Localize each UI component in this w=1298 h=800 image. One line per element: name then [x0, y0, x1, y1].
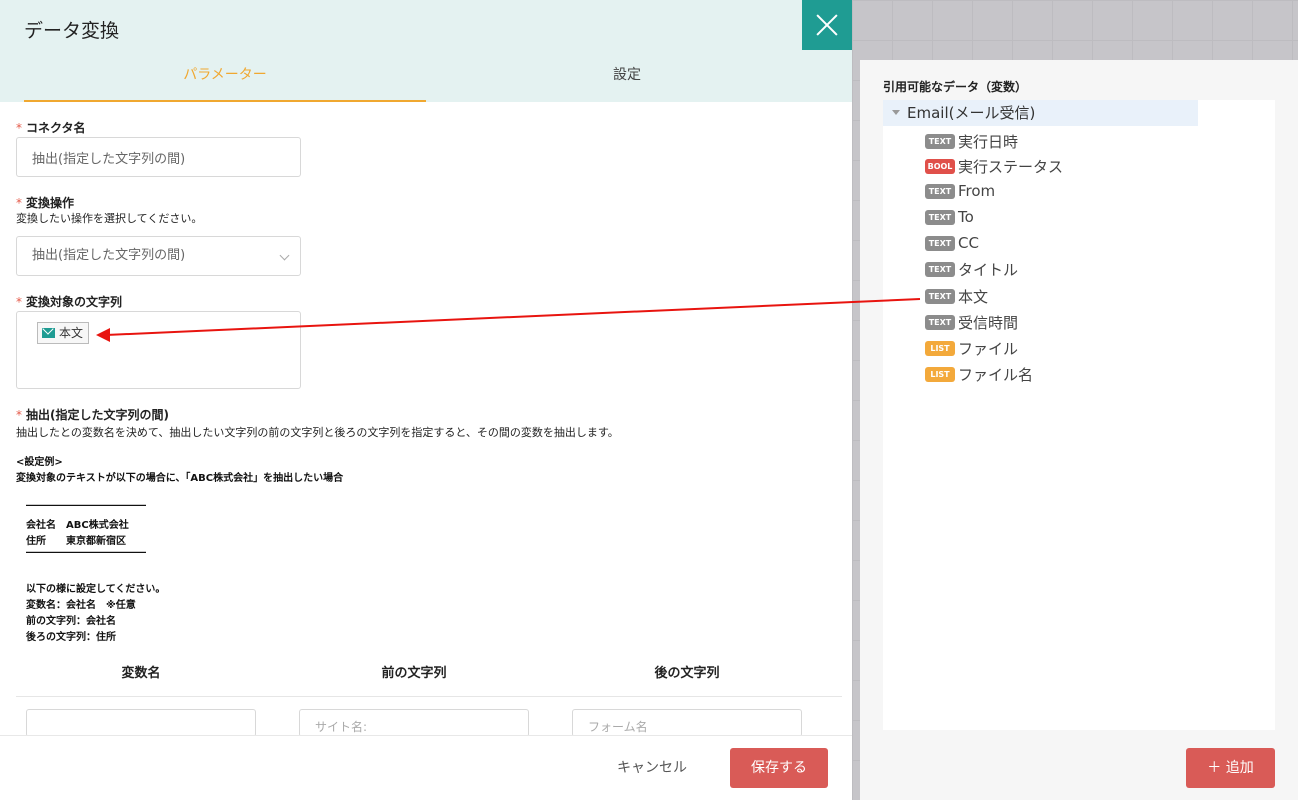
mail-icon [42, 328, 55, 338]
variables-tree: Email(メール受信) TEXT 実行日時 BOOL 実行ステータス TEXT From… [883, 100, 1275, 730]
operation-label-text: 変換操作 [26, 196, 75, 210]
variable-item-label: CC [958, 234, 979, 252]
save-button[interactable]: 保存する [730, 748, 828, 788]
example-heading: <設定例> [16, 457, 63, 468]
variable-type-badge: TEXT [925, 235, 955, 251]
operation-label: * 変換操作 [16, 194, 74, 211]
target-string-label: * 変換対象の文字列 [16, 293, 122, 310]
required-mark: * [16, 196, 22, 210]
variable-item-label: 受信時間 [958, 313, 1019, 332]
example-text: 住所 東京都新宿区 [26, 536, 126, 547]
add-button[interactable]: ＋ 追加 [1186, 748, 1275, 788]
example-text: 後ろの文字列：住所 [26, 632, 116, 643]
example-text: 以下の様に設定してください。 [26, 584, 166, 595]
variable-item[interactable]: TEXT 本文 [925, 285, 988, 307]
variable-type-badge: BOOL [925, 158, 955, 174]
variable-type-badge: TEXT [925, 209, 955, 225]
extract-label-text: 抽出(指定した文字列の間) [26, 408, 169, 422]
variable-item-label: From [958, 182, 996, 200]
variable-name-input[interactable] [26, 709, 256, 737]
table-divider [16, 696, 842, 697]
example-text: ―――――――――――― [26, 547, 146, 558]
example-text: 変換対象のテキストが以下の場合に、「ABC株式会社」を抽出したい場合 [16, 473, 344, 484]
tree-root-email[interactable]: Email(メール受信) [883, 100, 1198, 126]
variable-type-badge: TEXT [925, 183, 955, 199]
variable-type-badge: TEXT [925, 261, 955, 277]
variable-type-badge: LIST [925, 340, 955, 356]
operation-description: 変換したい操作を選択してください。 [16, 212, 203, 225]
cancel-button[interactable]: キャンセル [598, 748, 706, 788]
variable-item-label: ファイル名 [958, 365, 1034, 384]
variable-item-label: 実行ステータス [958, 157, 1064, 176]
target-string-dropzone[interactable]: 本文 [16, 311, 301, 389]
variables-panel: 引用可能なデータ（変数） Email(メール受信) TEXT 実行日時 BOOL 実行… [860, 60, 1298, 800]
target-string-label-text: 変換対象の文字列 [26, 295, 123, 309]
column-header-variable-name: 変数名 [121, 666, 161, 681]
operation-select-value: 抽出(指定した文字列の間) [32, 248, 186, 263]
chevron-down-icon [279, 250, 290, 261]
variable-item-label: 実行日時 [958, 132, 1019, 151]
required-mark: * [16, 121, 22, 135]
extract-label: * 抽出(指定した文字列の間) [16, 406, 169, 423]
variable-type-badge: TEXT [925, 133, 955, 149]
close-icon[interactable] [802, 0, 852, 50]
data-transform-dialog: データ変換 パラメーター 設定 * コネクタ名 * 変換操作 変換したい操作を選択し… [0, 0, 852, 800]
connector-name-input[interactable] [16, 137, 301, 177]
tab-parameters[interactable]: パラメーター [24, 58, 426, 102]
dialog-footer: キャンセル 保存する [0, 735, 852, 800]
variable-chip[interactable]: 本文 [37, 322, 90, 344]
variable-item-label: タイトル [958, 260, 1019, 279]
variable-item[interactable]: TEXT From [925, 180, 995, 202]
connector-name-label: * コネクタ名 [16, 119, 86, 136]
required-mark: * [16, 295, 22, 309]
variable-item-label: 本文 [958, 287, 989, 306]
example-text: 会社名 ABC株式会社 [26, 520, 129, 531]
variable-item[interactable]: BOOL 実行ステータス [925, 155, 1063, 177]
example-text: 変数名：会社名 ※任意 [26, 600, 136, 611]
column-header-after-string: 後の文字列 [654, 666, 720, 681]
tab-settings[interactable]: 設定 [426, 58, 828, 102]
variable-item[interactable]: LIST ファイル名 [925, 363, 1033, 385]
extract-description: 抽出したとの変数名を決めて、抽出したい文字列の前の文字列と後ろの文字列を指定する… [16, 426, 619, 439]
dialog-header: データ変換 パラメーター 設定 [0, 0, 852, 102]
dialog-title: データ変換 [24, 20, 120, 42]
variable-item[interactable]: TEXT タイトル [925, 258, 1018, 280]
tree-root-label: Email(メール受信) [907, 104, 1036, 122]
variable-item[interactable]: LIST ファイル [925, 337, 1018, 359]
variables-panel-title: 引用可能なデータ（変数） [883, 80, 1028, 94]
variable-item[interactable]: TEXT To [925, 206, 974, 228]
variable-item[interactable]: TEXT CC [925, 232, 979, 254]
variable-item-label: To [958, 208, 974, 226]
required-mark: * [16, 408, 22, 422]
operation-select[interactable]: 抽出(指定した文字列の間) [16, 236, 301, 276]
variable-type-badge: LIST [925, 366, 955, 382]
caret-down-icon [892, 110, 900, 115]
variable-item-label: ファイル [958, 339, 1019, 358]
example-text: 前の文字列：会社名 [26, 616, 116, 627]
column-header-before-string: 前の文字列 [381, 666, 447, 681]
variable-type-badge: TEXT [925, 288, 955, 304]
example-text: ―――――――――――― [26, 500, 146, 511]
variable-chip-label: 本文 [59, 326, 84, 340]
variable-item[interactable]: TEXT 実行日時 [925, 130, 1018, 152]
connector-name-label-text: コネクタ名 [26, 121, 86, 135]
after-string-input[interactable]: フォーム名 [572, 709, 802, 737]
variable-item[interactable]: TEXT 受信時間 [925, 311, 1018, 333]
before-string-input[interactable]: サイト名: [299, 709, 529, 737]
variable-type-badge: TEXT [925, 314, 955, 330]
